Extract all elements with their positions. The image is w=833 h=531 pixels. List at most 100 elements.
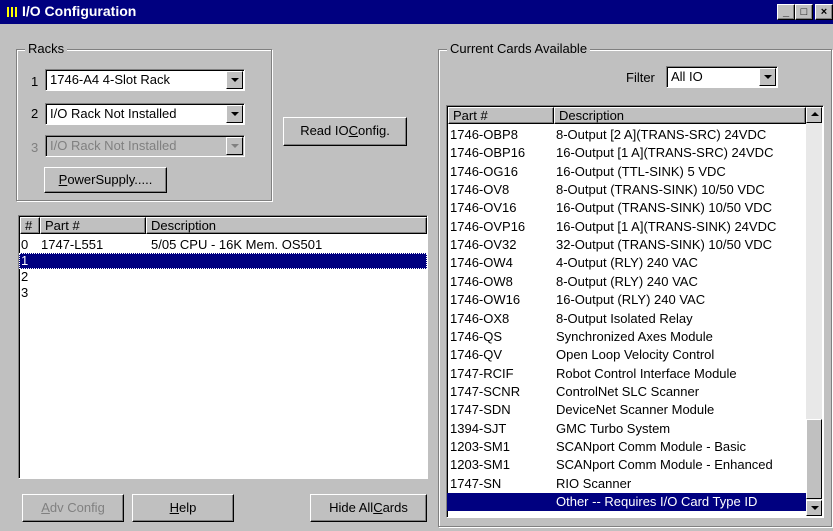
- minimize-button[interactable]: _: [777, 4, 795, 20]
- card-cell-part: 1746-OV8: [450, 182, 510, 198]
- rack-3-select: I/O Rack Not Installed: [45, 135, 245, 157]
- card-cell-desc: Robot Control Interface Module: [556, 365, 737, 381]
- card-cell-desc: ControlNet SLC Scanner: [556, 383, 700, 399]
- card-cell-desc: 8-Output (RLY) 240 VAC: [556, 273, 698, 289]
- card-row[interactable]: 1747-SDN DeviceNet Scanner Module: [447, 401, 806, 419]
- window-title: I/O Configuration: [22, 3, 137, 19]
- card-row[interactable]: 1746-OBP8 8-Output [2 A](TRANS-SRC) 24VDC: [447, 126, 806, 144]
- cards-group-label: Current Cards Available: [447, 41, 591, 56]
- card-cell-part: 1394-SJT: [450, 420, 507, 436]
- hide-all-cards-label: Hide All Cards: [329, 500, 408, 515]
- chevron-down-icon[interactable]: [759, 68, 776, 86]
- card-row[interactable]: 1746-OG16 16-Output (TTL-SINK) 5 VDC: [447, 163, 806, 181]
- rack-2-select[interactable]: I/O Rack Not Installed: [45, 103, 245, 125]
- hide-all-cards-button[interactable]: Hide All Cards: [310, 494, 427, 522]
- card-rows: 1746-OBP8 8-Output [2 A](TRANS-SRC) 24VDC…: [447, 106, 806, 517]
- filter-label: Filter: [626, 70, 655, 85]
- filter-select[interactable]: All IO: [666, 66, 778, 88]
- read-io-config-button[interactable]: Read IO Config.: [283, 117, 407, 146]
- card-cell-part: 1747-SDN: [450, 402, 511, 418]
- chevron-down-icon: [226, 137, 243, 155]
- slot-cell-num: 1: [21, 253, 29, 268]
- card-row[interactable]: 1746-OW16 16-Output (RLY) 240 VAC: [447, 291, 806, 309]
- card-cell-part: 1746-OW16: [450, 292, 521, 308]
- rack-1-number: 1: [31, 74, 39, 89]
- card-row[interactable]: 1746-QS Synchronized Axes Module: [447, 328, 806, 346]
- card-cell-part: 1747-SN: [450, 475, 502, 491]
- scroll-down-arrow-icon[interactable]: [806, 500, 822, 516]
- card-row[interactable]: 1746-OV32 32-Output (TRANS-SINK) 10/50 VD…: [447, 236, 806, 254]
- card-row[interactable]: 1747-SCNR ControlNet SLC Scanner: [447, 383, 806, 401]
- slot-column-part[interactable]: Part #: [40, 217, 146, 234]
- card-cell-desc: 16-Output (TTL-SINK) 5 VDC: [556, 163, 726, 179]
- close-button[interactable]: ×: [815, 4, 833, 20]
- cards-scrollbar[interactable]: [806, 107, 822, 516]
- power-supply-button[interactable]: PowerSupply.....: [44, 167, 167, 193]
- slot-column-number[interactable]: #: [20, 217, 40, 234]
- card-row[interactable]: 1746-OBP16 16-Output [1 A](TRANS-SRC) 24V…: [447, 144, 806, 162]
- card-row[interactable]: 1747-RCIF Robot Control Interface Module: [447, 365, 806, 383]
- card-cell-part: 1746-OW8: [450, 273, 513, 289]
- slot-row[interactable]: 3: [19, 285, 427, 301]
- card-cell-desc: 16-Output (RLY) 240 VAC: [556, 292, 706, 308]
- minimize-icon: _: [782, 6, 790, 18]
- close-icon: ×: [820, 6, 828, 18]
- slot-cell-num: 3: [21, 285, 29, 300]
- card-cell-part: 1746-OG16: [450, 163, 518, 179]
- card-row[interactable]: 1746-OVP16 16-Output [1 A](TRANS-SINK) 24…: [447, 218, 806, 236]
- card-cell-desc: 16-Output (TRANS-SINK) 10/50 VDC: [556, 200, 773, 216]
- card-cell-part: 1746-OVP16: [450, 218, 526, 234]
- card-cell-part: 1746-OX8: [450, 310, 510, 326]
- scroll-thumb[interactable]: [806, 419, 822, 499]
- card-row[interactable]: 1746-OW8 8-Output (RLY) 240 VAC: [447, 273, 806, 291]
- card-row[interactable]: 1746-OW4 4-Output (RLY) 240 VAC: [447, 254, 806, 272]
- card-cell-part: 1203-SM1: [450, 438, 510, 454]
- card-cell-desc: Open Loop Velocity Control: [556, 347, 715, 363]
- chevron-down-icon[interactable]: [226, 105, 243, 123]
- card-cell-part: 1747-SCNR: [450, 383, 521, 399]
- rack-1-select[interactable]: 1746-A4 4-Slot Rack: [45, 69, 245, 91]
- card-cell-desc: 32-Output (TRANS-SINK) 10/50 VDC: [556, 237, 773, 253]
- title-bar[interactable]: I/O Configuration _ □ ×: [0, 0, 833, 24]
- card-row[interactable]: 1203-SM1 SCANport Comm Module - Enhanced: [447, 456, 806, 474]
- card-cell-desc: Other -- Requires I/O Card Type ID: [556, 494, 758, 509]
- rack-3-value: I/O Rack Not Installed: [50, 138, 177, 153]
- card-row[interactable]: 1746-OV8 8-Output (TRANS-SINK) 10/50 VDC: [447, 181, 806, 199]
- card-cell-desc: 8-Output [2 A](TRANS-SRC) 24VDC: [556, 127, 767, 142]
- slot-cell-num: 2: [21, 269, 29, 284]
- rack-2-number: 2: [31, 106, 39, 121]
- card-cell-desc: SCANport Comm Module - Basic: [556, 438, 746, 454]
- slot-row[interactable]: 0 1747-L551 5/05 CPU - 16K Mem. OS501: [19, 237, 427, 253]
- slot-column-description[interactable]: Description: [146, 217, 427, 234]
- card-cell-part: 1746-OW4: [450, 255, 513, 271]
- card-row[interactable]: 1746-OX8 8-Output Isolated Relay: [447, 310, 806, 328]
- slot-cell-desc: 5/05 CPU - 16K Mem. OS501: [151, 237, 323, 252]
- rack-3-number: 3: [31, 140, 39, 155]
- cards-list[interactable]: Part # Description 1746-OBP8 8-Output [2 …: [446, 105, 824, 518]
- slot-cell-part: 1747-L551: [41, 237, 104, 252]
- maximize-button[interactable]: □: [795, 4, 813, 20]
- slot-cell-num: 0: [21, 237, 29, 252]
- slot-list[interactable]: # Part # Description 0 1747-L551 5/05 CPU …: [18, 215, 428, 479]
- scroll-up-arrow-icon[interactable]: [806, 107, 822, 123]
- io-configuration-window: I/O Configuration _ □ × Racks 1 1746-A4 …: [0, 0, 833, 531]
- card-cell-desc: 16-Output [1 A](TRANS-SRC) 24VDC: [556, 145, 774, 161]
- card-cell-desc: Synchronized Axes Module: [556, 328, 713, 344]
- slot-row[interactable]: 2: [19, 269, 427, 285]
- card-row[interactable]: 1394-SJT GMC Turbo System: [447, 420, 806, 438]
- filter-value: All IO: [671, 69, 703, 84]
- card-cell-part: 1746-QV: [450, 347, 503, 363]
- adv-config-button: Adv Config: [22, 494, 124, 522]
- card-row[interactable]: 1747-SN RIO Scanner: [447, 475, 806, 493]
- card-cell-part: 1746-OV32: [450, 237, 517, 253]
- slot-row[interactable]: 1: [19, 253, 427, 269]
- card-row[interactable]: 1203-SM1 SCANport Comm Module - Basic: [447, 438, 806, 456]
- card-cell-desc: 16-Output [1 A](TRANS-SINK) 24VDC: [556, 218, 777, 234]
- card-cell-part: 1746-QS: [450, 328, 503, 344]
- card-row[interactable]: 1746-QV Open Loop Velocity Control: [447, 346, 806, 364]
- card-row[interactable]: 1746-OV16 16-Output (TRANS-SINK) 10/50 VD…: [447, 199, 806, 217]
- card-cell-desc: 8-Output Isolated Relay: [556, 310, 693, 326]
- help-button[interactable]: Help: [132, 494, 234, 522]
- card-row[interactable]: Other -- Requires I/O Card Type ID: [447, 493, 806, 511]
- chevron-down-icon[interactable]: [226, 71, 243, 89]
